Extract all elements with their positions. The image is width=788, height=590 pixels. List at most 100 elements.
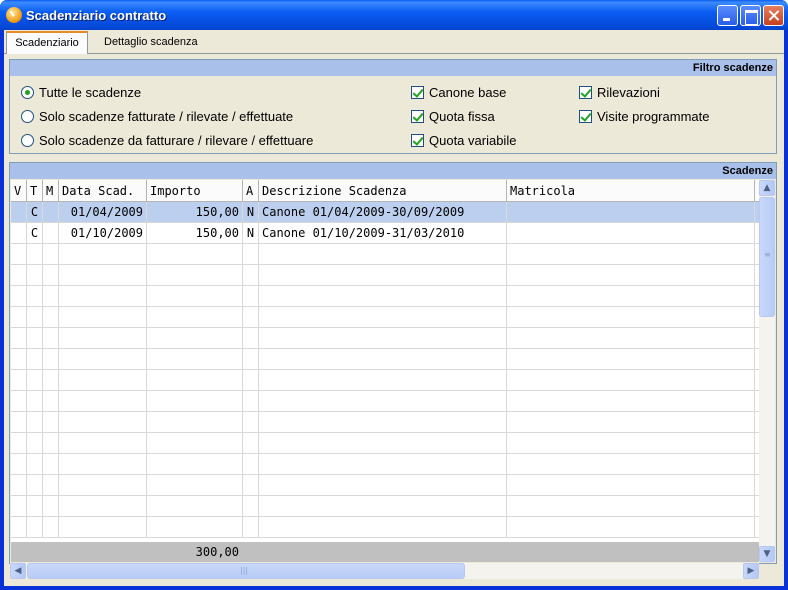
cell-m xyxy=(43,496,59,517)
table-row-empty[interactable] xyxy=(11,244,759,265)
cell-v xyxy=(11,475,27,496)
cell-t xyxy=(27,517,43,538)
col-header-m[interactable]: M xyxy=(43,180,59,202)
table-row-empty[interactable] xyxy=(11,391,759,412)
cell-v xyxy=(11,454,27,475)
checkbox[interactable] xyxy=(411,134,424,147)
cell-matricola xyxy=(507,517,755,538)
cell-a xyxy=(243,244,259,265)
cell-importo xyxy=(147,370,243,391)
cell-matricola xyxy=(507,244,755,265)
cell-descrizione xyxy=(259,391,507,412)
cell-matricola xyxy=(507,391,755,412)
col-header-descrizione[interactable]: Descrizione Scadenza xyxy=(259,180,507,202)
table-row-empty[interactable] xyxy=(11,265,759,286)
filter-panel: Filtro scadenze Tutte le scadenze Solo s… xyxy=(9,59,777,154)
col-header-v[interactable]: V xyxy=(11,180,27,202)
cell-data xyxy=(59,244,147,265)
table-row-empty[interactable] xyxy=(11,517,759,538)
table-row-empty[interactable] xyxy=(11,328,759,349)
cell-m xyxy=(43,328,59,349)
cell-a xyxy=(243,265,259,286)
cell-data xyxy=(59,454,147,475)
cell-t xyxy=(27,328,43,349)
table-row-empty[interactable] xyxy=(11,349,759,370)
tab-scadenziario[interactable]: Scadenziario xyxy=(6,31,88,54)
close-button[interactable] xyxy=(763,5,784,26)
col-header-matricola[interactable]: Matricola xyxy=(507,180,755,202)
cell-v xyxy=(11,391,27,412)
tab-dettaglio-scadenza[interactable]: Dettaglio scadenza xyxy=(96,32,206,53)
col-header-importo[interactable]: Importo xyxy=(147,180,243,202)
radio-label: Solo scadenze da fatturare / rilevare / … xyxy=(39,133,314,148)
scadenze-grid[interactable]: V T M Data Scad. Importo A Descrizione S… xyxy=(11,180,759,542)
scroll-left-button[interactable]: ◀ xyxy=(10,563,26,579)
radio-button[interactable] xyxy=(21,86,34,99)
scroll-down-button[interactable]: ▼ xyxy=(759,546,775,562)
cell-importo xyxy=(147,475,243,496)
app-icon xyxy=(6,7,22,23)
cell-a: N xyxy=(243,202,259,223)
cell-data xyxy=(59,391,147,412)
checkbox[interactable] xyxy=(411,86,424,99)
vertical-scrollbar[interactable]: ▲ ≡ ▼ xyxy=(759,180,775,562)
checkbox[interactable] xyxy=(579,86,592,99)
client-area: Scadenziario Dettaglio scadenza Filtro s… xyxy=(4,30,784,586)
table-row-empty[interactable] xyxy=(11,370,759,391)
cell-matricola xyxy=(507,496,755,517)
cell-t: C xyxy=(27,223,43,244)
cell-a xyxy=(243,517,259,538)
cell-data xyxy=(59,475,147,496)
cell-t xyxy=(27,412,43,433)
scroll-right-button[interactable]: ▶ xyxy=(743,563,759,579)
table-row-empty[interactable] xyxy=(11,412,759,433)
col-header-t[interactable]: T xyxy=(27,180,43,202)
cell-t: C xyxy=(27,202,43,223)
cell-t xyxy=(27,475,43,496)
cell-descrizione xyxy=(259,244,507,265)
cell-a xyxy=(243,307,259,328)
scroll-up-button[interactable]: ▲ xyxy=(759,180,775,196)
cell-v xyxy=(11,223,27,244)
grid-total-bar: 300,00 xyxy=(11,542,759,562)
radio-button[interactable] xyxy=(21,110,34,123)
table-row-empty[interactable] xyxy=(11,454,759,475)
col-header-data[interactable]: Data Scad. xyxy=(59,180,147,202)
table-row-empty[interactable] xyxy=(11,307,759,328)
cell-m xyxy=(43,202,59,223)
cell-data xyxy=(59,370,147,391)
cell-importo xyxy=(147,391,243,412)
cell-importo xyxy=(147,412,243,433)
table-row[interactable]: C 01/10/2009 150,00 N Canone 01/10/2009-31/0… xyxy=(11,223,759,244)
title-bar[interactable]: Scadenziario contratto xyxy=(0,0,788,30)
horizontal-scroll-thumb[interactable]: ||| xyxy=(27,563,465,579)
radio-button[interactable] xyxy=(21,134,34,147)
col-header-a[interactable]: A xyxy=(243,180,259,202)
cell-a xyxy=(243,328,259,349)
table-row-empty[interactable] xyxy=(11,286,759,307)
table-row-empty[interactable] xyxy=(11,475,759,496)
cell-importo xyxy=(147,307,243,328)
cell-data: 01/10/2009 xyxy=(59,223,147,244)
checkbox[interactable] xyxy=(579,110,592,123)
maximize-button[interactable] xyxy=(740,5,761,26)
table-row[interactable]: C 01/04/2009 150,00 N Canone 01/04/2009-30/0… xyxy=(11,202,759,223)
cell-importo xyxy=(147,454,243,475)
cell-matricola xyxy=(507,328,755,349)
cell-m xyxy=(43,433,59,454)
app-window: Scadenziario contratto Scadenziario Dett… xyxy=(0,0,788,590)
cell-matricola xyxy=(507,370,755,391)
table-row-empty[interactable] xyxy=(11,433,759,454)
horizontal-scrollbar[interactable]: ◀ ||| ▶ xyxy=(10,563,759,579)
table-row-empty[interactable] xyxy=(11,496,759,517)
cell-matricola xyxy=(507,412,755,433)
checkbox[interactable] xyxy=(411,110,424,123)
vertical-scroll-thumb[interactable]: ≡ xyxy=(759,197,775,317)
cell-v xyxy=(11,370,27,391)
cell-v xyxy=(11,328,27,349)
minimize-button[interactable] xyxy=(717,5,738,26)
cell-matricola xyxy=(507,475,755,496)
cell-descrizione xyxy=(259,307,507,328)
tab-divider xyxy=(4,53,784,54)
cell-m xyxy=(43,412,59,433)
